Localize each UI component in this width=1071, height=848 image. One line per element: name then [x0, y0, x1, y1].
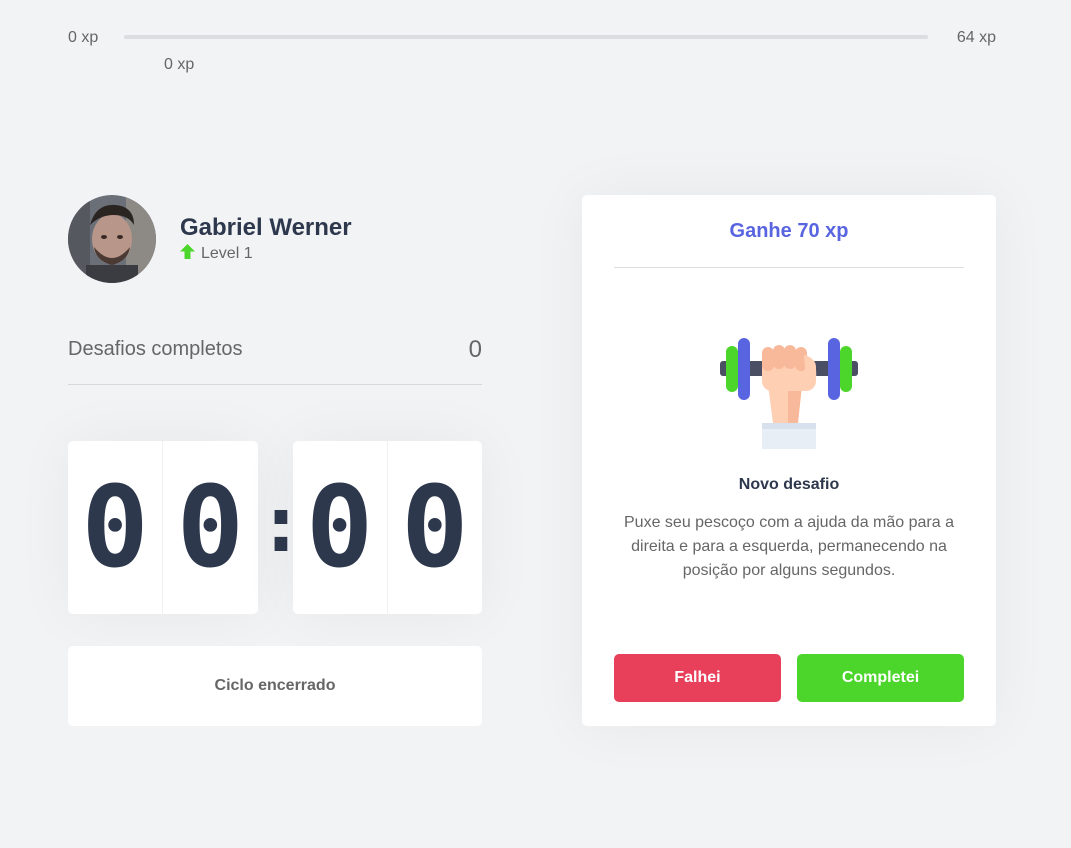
- xp-progress-track: 0 xp: [124, 35, 928, 73]
- completed-challenges-count: 0: [468, 336, 482, 363]
- countdown-seconds: 0 0: [292, 441, 482, 614]
- experience-bar: 0 xp 0 xp 64 xp: [68, 28, 996, 73]
- challenge-title: Novo desafio: [738, 476, 840, 493]
- xp-min-label: 0 xp: [68, 29, 99, 46]
- cycle-finished-button[interactable]: Ciclo encerrado: [68, 646, 482, 726]
- countdown: 0 0 : 0 0: [68, 441, 482, 614]
- challenge-description: Puxe seu pescoço com a ajuda da mão para…: [624, 514, 954, 579]
- completed-challenges: Desafios completos 0: [68, 336, 482, 385]
- dumbbell-icon: [718, 335, 860, 456]
- fail-button[interactable]: Falhei: [614, 654, 781, 702]
- countdown-minutes: 0 0: [68, 441, 258, 614]
- second-right-digit: 0: [386, 441, 482, 614]
- profile-level: Level 1: [180, 244, 352, 264]
- profile-level-label: Level 1: [201, 245, 253, 263]
- profile: Gabriel Werner Level 1: [68, 195, 352, 283]
- xp-max-label: 64 xp: [956, 29, 996, 46]
- profile-info: Gabriel Werner Level 1: [180, 214, 352, 265]
- xp-current-label: 0 xp: [164, 56, 195, 73]
- profile-name: Gabriel Werner: [180, 213, 352, 241]
- challenge-actions: Falhei Completei: [614, 654, 964, 702]
- minute-right-digit: 0: [162, 441, 257, 614]
- level-up-arrow-icon: [180, 244, 195, 264]
- avatar: [68, 195, 156, 283]
- challenge-box: Ganhe 70 xp Novo desafio Puxe seu pescoç…: [582, 195, 996, 726]
- second-left-digit: 0: [305, 462, 374, 593]
- countdown-separator: :: [257, 479, 305, 570]
- complete-button[interactable]: Completei: [797, 654, 964, 702]
- completed-challenges-label: Desafios completos: [68, 338, 243, 360]
- challenge-reward: Ganhe 70 xp: [614, 195, 964, 268]
- minute-left-digit: 0: [81, 462, 149, 593]
